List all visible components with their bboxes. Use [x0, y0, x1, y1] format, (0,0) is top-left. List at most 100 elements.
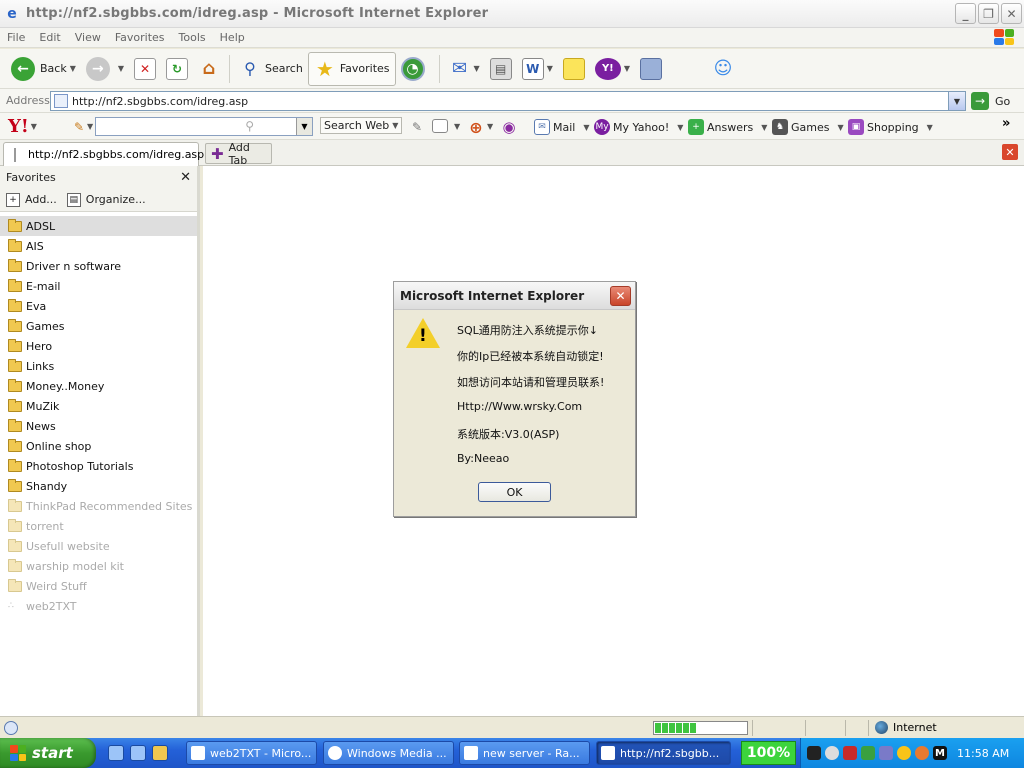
home-button[interactable]: ⌂ [193, 52, 225, 86]
menu-view[interactable]: View [68, 31, 108, 44]
favorites-folder[interactable]: torrent [0, 516, 197, 536]
forward-button[interactable]: → ▼ [81, 52, 129, 86]
yahoo-search-input[interactable]: ⚲ ▼ [95, 117, 313, 136]
favorites-folder[interactable]: News [0, 416, 197, 436]
search-web-button[interactable]: Search Web ▼ [320, 117, 403, 134]
close-tab-icon[interactable]: ✕ [1002, 144, 1018, 160]
mail-button[interactable]: ✉ ▼ [444, 52, 485, 86]
pencil-dropdown-icon[interactable]: ▼ [87, 122, 93, 131]
taskbar-task[interactable]: new server - Ra... [459, 741, 590, 765]
favorites-folder[interactable]: Hero [0, 336, 197, 356]
tab-current[interactable]: http://nf2.sbgbbs.com/idreg.asp [3, 142, 204, 166]
m-tray-icon[interactable]: M [933, 746, 947, 760]
mail-dropdown-icon[interactable]: ▼ [474, 64, 480, 73]
favorites-folder[interactable]: ADSL [0, 216, 197, 236]
print-button[interactable]: ▤ [485, 52, 517, 86]
antispy-icon[interactable]: ⊕ [465, 116, 487, 138]
notes-button[interactable] [558, 52, 590, 86]
add-favorite-button[interactable]: + Add... [6, 192, 57, 207]
my-yahoo-dropdown-icon[interactable]: ▼ [677, 123, 683, 132]
antispy-dropdown-icon[interactable]: ▼ [487, 122, 493, 131]
highlighter-icon[interactable]: ✎ [406, 116, 428, 138]
msn-tray-icon[interactable] [915, 746, 929, 760]
address-input[interactable]: http://nf2.sbgbbs.com/idreg.asp ▼ [50, 91, 966, 111]
yahoo-mail-button[interactable]: ✉ Mail ▼ [534, 119, 590, 135]
mail-dropdown-icon[interactable]: ▼ [583, 123, 589, 132]
dialog-ok-button[interactable]: OK [478, 482, 551, 502]
dialog-title-bar[interactable]: Microsoft Internet Explorer [394, 282, 635, 310]
start-button[interactable]: start [0, 738, 96, 768]
favorites-folder[interactable]: warship model kit [0, 556, 197, 576]
games-button[interactable]: ♞ Games ▼ [772, 119, 844, 135]
add-tab-button[interactable]: ✚ Add Tab [205, 141, 272, 167]
yahoo-logo[interactable]: Y! [8, 116, 29, 137]
favorites-folder[interactable]: E-mail [0, 276, 197, 296]
search-button[interactable]: ⚲ Search [234, 52, 308, 86]
menu-file[interactable]: File [0, 31, 32, 44]
popup-blocker-dropdown-icon[interactable]: ▼ [454, 122, 460, 131]
network-icon[interactable] [861, 746, 875, 760]
edit-dropdown-icon[interactable]: ▼ [547, 64, 553, 73]
desktop-launch-icon[interactable] [130, 745, 146, 761]
back-arrow-tray-icon[interactable] [825, 746, 839, 760]
yahoo-button[interactable]: Y! ▼ [590, 52, 635, 86]
messenger-button[interactable]: ☺ [707, 52, 739, 86]
favorites-folder[interactable]: Eva [0, 296, 197, 316]
my-yahoo-button[interactable]: My My Yahoo! ▼ [594, 119, 683, 135]
history-button[interactable]: ◔ [396, 52, 435, 86]
taskbar-task-active[interactable]: http://nf2.sbgbb... [596, 741, 731, 765]
ie-icon[interactable]: e [4, 6, 20, 22]
shopping-dropdown-icon[interactable]: ▼ [927, 123, 933, 132]
refresh-button[interactable]: ↻ [161, 52, 193, 86]
menu-edit[interactable]: Edit [32, 31, 67, 44]
go-button[interactable]: → Go [971, 92, 1010, 110]
search-history-dropdown-icon[interactable]: ▼ [296, 118, 312, 135]
back-button[interactable]: ← Back ▼ [6, 52, 81, 86]
yahoo-menu-dropdown-icon[interactable]: ▼ [31, 122, 37, 131]
forward-dropdown-icon[interactable]: ▼ [118, 64, 124, 73]
favorites-folder[interactable]: ∴ web2TXT [0, 596, 197, 616]
popup-blocker-icon[interactable] [432, 119, 448, 133]
favorites-folder[interactable]: Usefull website [0, 536, 197, 556]
power-icon[interactable] [807, 746, 821, 760]
minimize-button[interactable]: _ [955, 3, 976, 24]
ie-launch-icon[interactable] [108, 745, 124, 761]
zoom-badge[interactable]: 100% [741, 741, 796, 765]
favorites-button[interactable]: ★ Favorites [307, 51, 396, 86]
research-button[interactable] [635, 52, 667, 86]
yahoo-dropdown-icon[interactable]: ▼ [624, 64, 630, 73]
shield-icon[interactable] [843, 746, 857, 760]
headphones-icon[interactable]: ◉ [498, 116, 520, 138]
favorites-folder[interactable]: Games [0, 316, 197, 336]
dialog-close-button[interactable]: ✕ [610, 286, 631, 306]
favorites-folder[interactable]: Money..Money [0, 376, 197, 396]
edit-button[interactable]: W ▼ [517, 52, 558, 86]
favorites-folder[interactable]: AIS [0, 236, 197, 256]
taskbar-task[interactable]: web2TXT - Micro... [186, 741, 317, 765]
favorites-folder[interactable]: Shandy [0, 476, 197, 496]
close-button[interactable]: ✕ [1001, 3, 1022, 24]
shopping-button[interactable]: ▣ Shopping ▼ [848, 119, 933, 135]
favorites-folder[interactable]: Photoshop Tutorials [0, 456, 197, 476]
menu-tools[interactable]: Tools [172, 31, 213, 44]
address-dropdown-icon[interactable]: ▼ [948, 92, 965, 110]
back-dropdown-icon[interactable]: ▼ [70, 64, 76, 73]
menu-help[interactable]: Help [213, 31, 252, 44]
messenger-tray-icon[interactable] [897, 746, 911, 760]
address-url[interactable]: http://nf2.sbgbbs.com/idreg.asp [72, 95, 248, 108]
organize-favorites-button[interactable]: ▤ Organize... [66, 192, 146, 207]
answers-dropdown-icon[interactable]: ▼ [761, 123, 767, 132]
favorites-folder[interactable]: ThinkPad Recommended Sites [0, 496, 197, 516]
favorites-folder[interactable]: Online shop [0, 436, 197, 456]
display-icon[interactable] [879, 746, 893, 760]
favorites-folder[interactable]: Weird Stuff [0, 576, 197, 596]
media-launch-icon[interactable] [152, 745, 168, 761]
toolbar-overflow-button[interactable]: » [1002, 116, 1010, 131]
restore-button[interactable]: ❐ [978, 3, 999, 24]
search-web-dropdown-icon[interactable]: ▼ [392, 121, 398, 130]
favorites-folder[interactable]: Links [0, 356, 197, 376]
menu-favorites[interactable]: Favorites [108, 31, 172, 44]
games-dropdown-icon[interactable]: ▼ [837, 123, 843, 132]
favorites-folder[interactable]: Driver n software [0, 256, 197, 276]
taskbar-task[interactable]: Windows Media ... [323, 741, 454, 765]
